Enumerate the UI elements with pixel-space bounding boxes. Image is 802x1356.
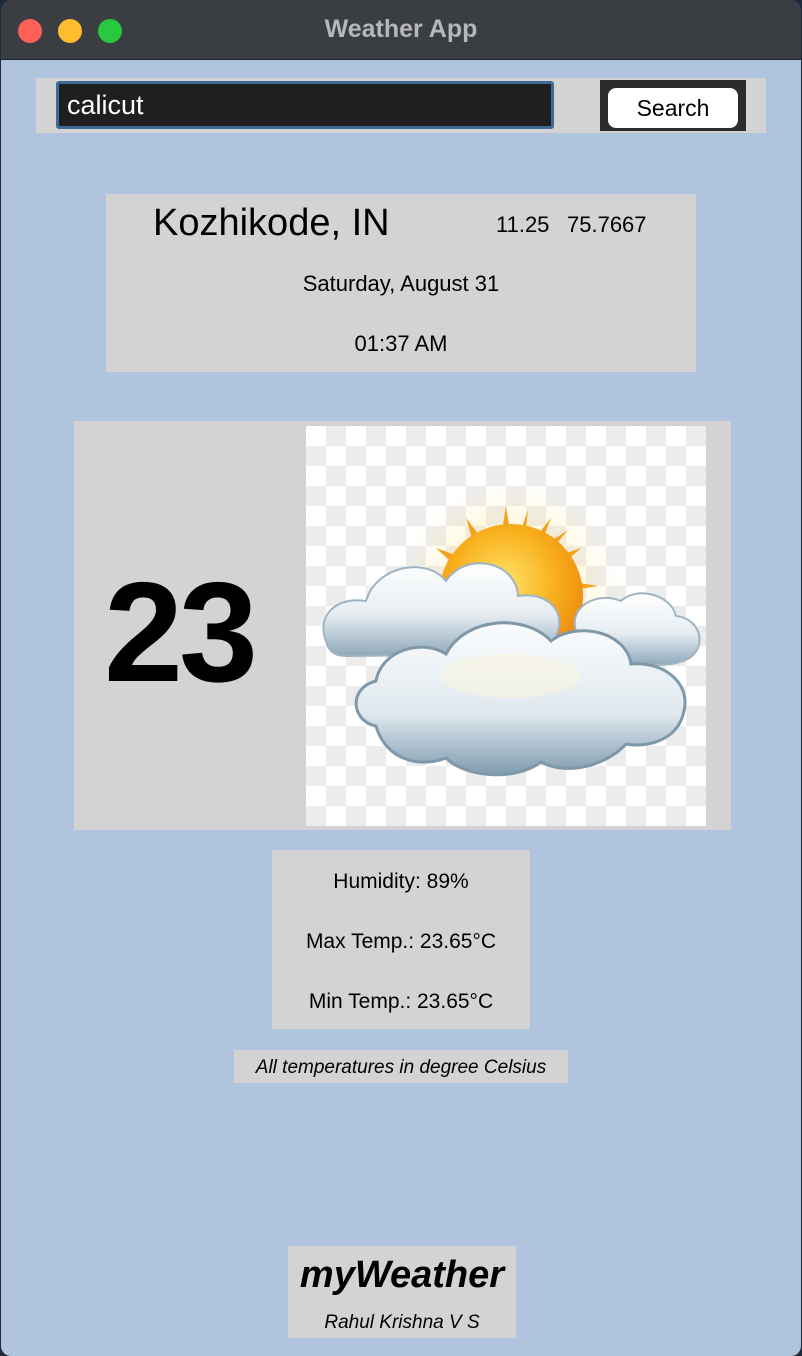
brand-title: myWeather bbox=[299, 1254, 505, 1296]
partly-cloudy-icon bbox=[306, 426, 706, 826]
search-button[interactable]: Search bbox=[608, 88, 738, 128]
units-note: All temperatures in degree Celsius bbox=[234, 1050, 568, 1083]
min-temp-label: Min Temp.: 23.65°C bbox=[308, 990, 494, 1013]
current-weather-card: 23 bbox=[74, 421, 731, 830]
humidity-label: Humidity: 89% bbox=[333, 870, 469, 893]
location-card: Kozhikode, IN 11.25 75.7667 Saturday, Au… bbox=[106, 194, 696, 372]
app-window: Weather App Search Kozhikode, IN 11.25 7… bbox=[1, 0, 801, 1356]
search-bar: Search bbox=[36, 78, 766, 133]
longitude: 75.7667 bbox=[567, 212, 647, 237]
latitude: 11.25 bbox=[496, 212, 550, 237]
current-temperature: 23 bbox=[104, 553, 258, 712]
max-temp-label: Max Temp.: 23.65°C bbox=[305, 930, 497, 953]
time-label: 01:37 AM bbox=[354, 331, 448, 356]
author-credit: Rahul Krishna V S bbox=[324, 1312, 480, 1333]
weather-details-card: Humidity: 89% Max Temp.: 23.65°C Min Tem… bbox=[272, 850, 530, 1029]
title-bar[interactable]: Weather App bbox=[1, 0, 801, 60]
search-button-frame: Search bbox=[600, 80, 746, 131]
city-name: Kozhikode, IN bbox=[153, 202, 390, 244]
weather-illustration bbox=[322, 481, 701, 777]
footer-brand: myWeather Rahul Krishna V S bbox=[288, 1246, 516, 1338]
window-title: Weather App bbox=[324, 15, 478, 43]
date-label: Saturday, August 31 bbox=[302, 271, 500, 296]
search-input[interactable] bbox=[56, 81, 554, 129]
